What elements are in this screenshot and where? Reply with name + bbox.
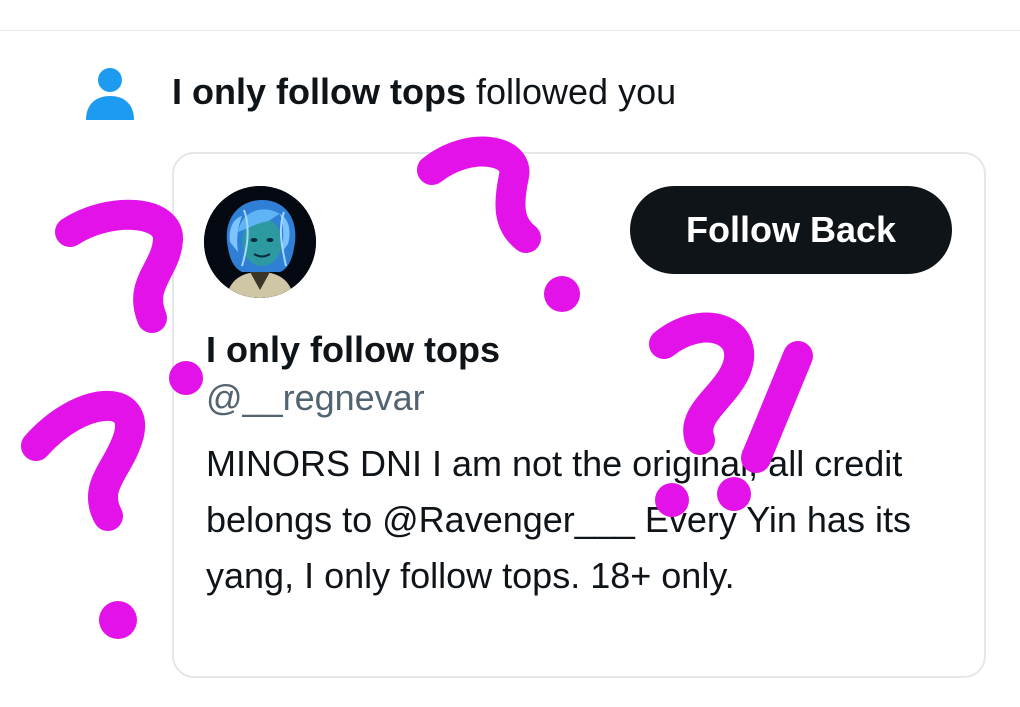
notification-action-text: followed you	[465, 71, 677, 112]
profile-display-name[interactable]: I only follow tops	[206, 326, 500, 374]
question-mark-left-lower	[21, 391, 145, 531]
notification-text[interactable]: I only follow tops followed you	[172, 66, 676, 118]
profile-handle[interactable]: @__regnevar	[206, 374, 425, 422]
question-mark-left-upper	[55, 199, 183, 333]
top-divider	[0, 30, 1020, 31]
question-dot-left-lower	[99, 601, 137, 639]
avatar[interactable]	[204, 186, 316, 298]
follow-back-button[interactable]: Follow Back	[630, 186, 952, 274]
notification-screen: I only follow tops followed you Follow B…	[0, 0, 1020, 707]
notification-actor-name[interactable]: I only follow tops	[172, 71, 466, 112]
person-icon	[84, 66, 136, 122]
profile-bio: MINORS DNI I am not the original, all cr…	[206, 443, 911, 596]
